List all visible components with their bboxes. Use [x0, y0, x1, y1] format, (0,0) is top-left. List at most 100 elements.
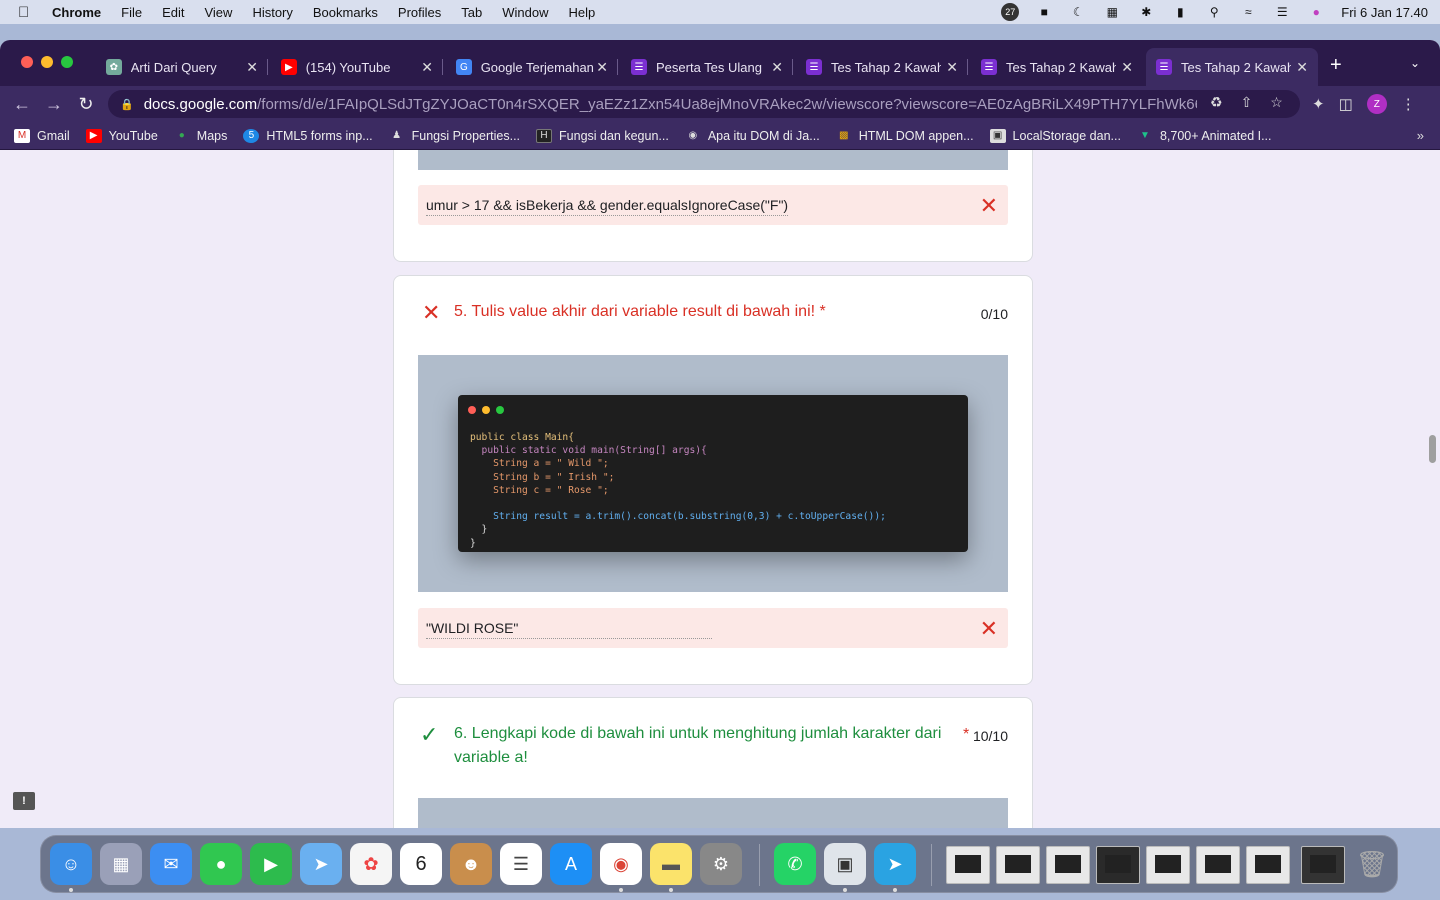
tab-peserta-tes[interactable]: ☰ Peserta Tes Ulang B ✕: [621, 48, 793, 86]
trash-icon[interactable]: 🗑: [1351, 843, 1393, 885]
question-6-card: ✓ 6. Lengkapi kode di bawah ini untuk me…: [393, 697, 1033, 828]
app-status-icon[interactable]: ■: [1035, 5, 1053, 19]
extensions-icon[interactable]: ✦: [1312, 95, 1325, 113]
report-feedback-icon[interactable]: !: [13, 792, 35, 810]
minimized-window-thumbnail[interactable]: [946, 846, 990, 884]
tab-search-chevron-icon[interactable]: ⌄: [1410, 56, 1420, 70]
app-store-icon[interactable]: A: [550, 843, 592, 885]
tab-tes-tahap-2-active[interactable]: ☰ Tes Tahap 2 Kawah ✕: [1146, 48, 1318, 86]
reminders-icon[interactable]: ☰: [500, 843, 542, 885]
menu-file[interactable]: File: [121, 5, 142, 20]
clock[interactable]: Fri 6 Jan 17.40: [1341, 5, 1428, 20]
bluetooth-icon[interactable]: ✱: [1137, 5, 1155, 19]
tab-google-terjemahan[interactable]: G Google Terjemahan ✕: [446, 48, 618, 86]
close-tab-icon[interactable]: ✕: [1296, 59, 1308, 76]
launchpad-icon[interactable]: ▦: [100, 843, 142, 885]
minimized-window-thumbnail[interactable]: [1096, 846, 1140, 884]
zoom-window-button[interactable]: [61, 56, 73, 68]
facetime-icon[interactable]: ▶: [250, 843, 292, 885]
menu-tab[interactable]: Tab: [461, 5, 482, 20]
finder-icon[interactable]: ☺: [50, 843, 92, 885]
apple-menu-icon[interactable]: : [18, 4, 36, 21]
battery-icon[interactable]: ▮: [1171, 5, 1189, 19]
bookmark-star-icon[interactable]: ☆: [1270, 94, 1283, 111]
bookmark-label: HTML5 forms inp...: [266, 128, 373, 143]
bookmark-fungsi-kegunaan[interactable]: H Fungsi dan kegun...: [536, 128, 669, 143]
minimize-window-button[interactable]: [41, 56, 53, 68]
bookmark-gmail[interactable]: M Gmail: [14, 128, 70, 143]
browser-window: ✿ Arti Dari Query ✕ ▶ (154) YouTube ✕ G …: [0, 40, 1440, 828]
reload-button[interactable]: ↻: [76, 94, 96, 115]
running-indicator: [669, 888, 673, 892]
notification-badge-icon[interactable]: 27: [1001, 3, 1020, 21]
close-tab-icon[interactable]: ✕: [596, 59, 608, 76]
bookmark-html-dom-append[interactable]: ▩ HTML DOM appen...: [836, 129, 974, 143]
preview-icon[interactable]: ▣: [824, 843, 866, 885]
system-settings-icon[interactable]: ⚙: [700, 843, 742, 885]
forward-button[interactable]: →: [44, 94, 64, 115]
bookmark-youtube[interactable]: ▶ YouTube: [85, 128, 158, 143]
photos-icon[interactable]: ✿: [350, 843, 392, 885]
tab-arti-dari-query[interactable]: ✿ Arti Dari Query ✕: [96, 48, 268, 86]
maps-icon[interactable]: ➤: [300, 843, 342, 885]
menu-window[interactable]: Window: [502, 5, 548, 20]
control-center-icon[interactable]: ☰: [1273, 5, 1291, 19]
share-icon[interactable]: ⇧: [1241, 94, 1253, 111]
notes-icon[interactable]: ▬: [650, 843, 692, 885]
contacts-icon[interactable]: ☻: [450, 843, 492, 885]
calendar-icon[interactable]: 6: [400, 843, 442, 885]
input-method-icon[interactable]: ▦: [1103, 5, 1121, 19]
address-bar[interactable]: 🔒 docs.google.com /forms/d/e/1FAIpQLSdJT…: [108, 90, 1300, 118]
moon-icon[interactable]: ☾: [1069, 5, 1087, 19]
telegram-icon[interactable]: ➤: [874, 843, 916, 885]
more-menu-icon[interactable]: ⋮: [1401, 95, 1416, 113]
side-panel-icon[interactable]: ◫: [1339, 95, 1353, 113]
menu-profiles[interactable]: Profiles: [398, 5, 441, 20]
close-tab-icon[interactable]: ✕: [771, 59, 783, 76]
close-tab-icon[interactable]: ✕: [946, 59, 958, 76]
mail-icon[interactable]: ✉: [150, 843, 192, 885]
siri-icon[interactable]: ●: [1307, 5, 1325, 19]
close-tab-icon[interactable]: ✕: [246, 59, 258, 76]
minimized-window-thumbnail[interactable]: [1146, 846, 1190, 884]
tab-tes-tahap-2-b[interactable]: ☰ Tes Tahap 2 Kawah ✕: [971, 48, 1143, 86]
minimized-window-thumbnail[interactable]: [1301, 846, 1345, 884]
minimized-window-thumbnail[interactable]: [1196, 846, 1240, 884]
messages-icon[interactable]: ●: [200, 843, 242, 885]
bookmark-localstorage[interactable]: ▣ LocalStorage dan...: [989, 128, 1121, 143]
minimized-window-thumbnail[interactable]: [996, 846, 1040, 884]
tab-separator: [792, 59, 793, 75]
menu-app-name[interactable]: Chrome: [52, 5, 101, 20]
wifi-icon[interactable]: ≈: [1239, 5, 1257, 19]
new-tab-button[interactable]: +: [1330, 54, 1342, 77]
whatsapp-icon[interactable]: ✆: [774, 843, 816, 885]
bookmarks-overflow-icon[interactable]: »: [1417, 128, 1424, 143]
close-tab-icon[interactable]: ✕: [421, 59, 433, 76]
bookmark-label: YouTube: [108, 128, 158, 143]
search-icon[interactable]: ⚲: [1205, 5, 1223, 19]
tab-tes-tahap-2-a[interactable]: ☰ Tes Tahap 2 Kawah ✕: [796, 48, 968, 86]
back-button[interactable]: ←: [12, 94, 32, 115]
profile-avatar[interactable]: Z: [1366, 94, 1387, 114]
tab-youtube[interactable]: ▶ (154) YouTube ✕: [271, 48, 443, 86]
bookmark-html5-forms[interactable]: 5 HTML5 forms inp...: [243, 128, 373, 143]
close-window-button[interactable]: [21, 56, 33, 68]
menu-view[interactable]: View: [204, 5, 232, 20]
scrollbar-thumb[interactable]: [1429, 435, 1436, 463]
bookmark-label: Apa itu DOM di Ja...: [707, 128, 820, 143]
minimized-window-thumbnail[interactable]: [1246, 846, 1290, 884]
minimized-window-thumbnail[interactable]: [1046, 846, 1090, 884]
menu-help[interactable]: Help: [569, 5, 596, 20]
bookmark-maps[interactable]: ● Maps: [174, 129, 228, 143]
menu-bookmarks[interactable]: Bookmarks: [313, 5, 378, 20]
bookmark-animated-icons[interactable]: ▼ 8,700+ Animated I...: [1137, 129, 1272, 143]
close-tab-icon[interactable]: ✕: [1121, 59, 1133, 76]
lock-icon[interactable]: 🔒: [120, 98, 134, 111]
chrome-icon[interactable]: ◉: [600, 843, 642, 885]
site-icon: ▣: [989, 128, 1006, 143]
menu-history[interactable]: History: [252, 5, 292, 20]
menu-edit[interactable]: Edit: [162, 5, 184, 20]
bookmark-fungsi-properties[interactable]: ♟ Fungsi Properties...: [389, 129, 520, 143]
translate-icon[interactable]: ♻: [1210, 94, 1223, 111]
bookmark-apa-itu-dom[interactable]: ◉ Apa itu DOM di Ja...: [685, 128, 820, 143]
